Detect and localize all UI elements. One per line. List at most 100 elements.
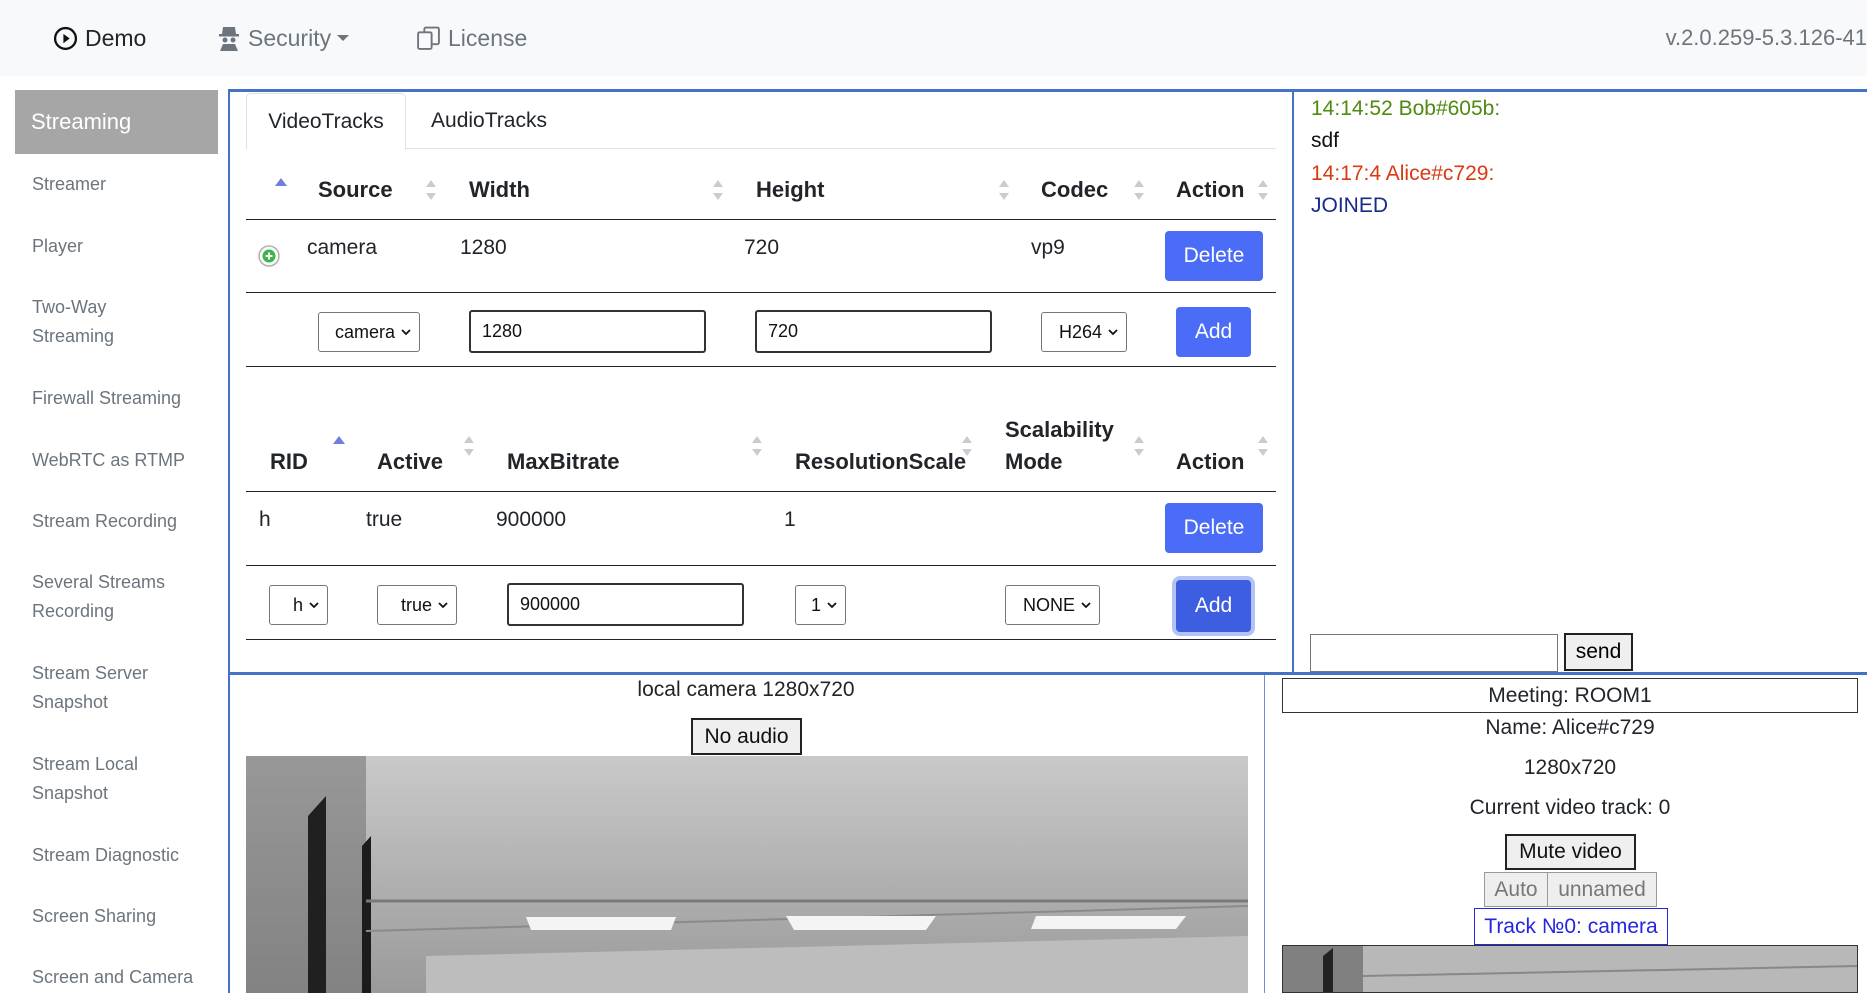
tab-videotracks[interactable]: VideoTracks: [246, 93, 406, 150]
header-active[interactable]: Active: [377, 446, 443, 478]
quality-unnamed-button[interactable]: unnamed: [1547, 872, 1657, 907]
cell-width: 1280: [460, 236, 507, 259]
panel-top-border: [228, 89, 1867, 92]
participant-name: Name: Alice#c729: [1485, 716, 1655, 739]
sidebar-item-streaming[interactable]: Streaming: [15, 90, 218, 154]
sort-icon[interactable]: [1134, 180, 1144, 200]
tab-audiotracks[interactable]: AudioTracks: [408, 93, 570, 149]
header-source[interactable]: Source: [318, 174, 393, 206]
active-select[interactable]: true: [377, 585, 457, 625]
chevron-down-icon: [401, 329, 411, 336]
current-video-track: Current video track: 0: [1469, 796, 1671, 819]
sidebar-item-stream-recording[interactable]: Stream Recording: [32, 507, 222, 536]
nav-license-link[interactable]: License: [416, 0, 527, 76]
meeting-room-label: Meeting: ROOM1: [1282, 678, 1858, 713]
sidebar-item-stream-local-snapshot[interactable]: Stream Local Snapshot: [32, 750, 182, 808]
sort-icon[interactable]: [464, 436, 474, 456]
chat-message-body: JOINED: [1311, 194, 1389, 217]
local-video: [246, 756, 1248, 993]
header-maxbitrate[interactable]: MaxBitrate: [507, 446, 619, 478]
chevron-down-icon: [438, 602, 448, 609]
sidebar-item-two-way-streaming[interactable]: Two-Way Streaming: [32, 293, 162, 351]
resolutionscale-select[interactable]: 1: [795, 585, 846, 625]
sort-icon[interactable]: [1258, 180, 1268, 200]
delete-track-button[interactable]: Delete: [1165, 231, 1263, 281]
copy-document-icon: [417, 26, 440, 50]
chevron-down-icon: [827, 602, 837, 609]
sort-icon[interactable]: [962, 436, 972, 456]
header-action[interactable]: Action: [1176, 174, 1244, 206]
table-divider: [246, 639, 1276, 640]
height-input[interactable]: 720: [755, 310, 992, 353]
sidebar-item-player[interactable]: Player: [32, 232, 222, 261]
quality-auto-button[interactable]: Auto: [1484, 872, 1548, 907]
codec-select[interactable]: H264: [1041, 312, 1127, 352]
remote-video: [1282, 945, 1858, 993]
header-height[interactable]: Height: [756, 174, 824, 206]
add-encoding-button[interactable]: Add: [1176, 580, 1251, 632]
chevron-down-icon: [1081, 602, 1091, 609]
sort-icon[interactable]: [752, 436, 762, 456]
sort-icon[interactable]: [713, 180, 723, 200]
caret-down-icon: [337, 35, 350, 41]
table-divider: [246, 366, 1276, 367]
sidebar-item-screen-sharing[interactable]: Screen Sharing: [32, 902, 222, 931]
header-width[interactable]: Width: [469, 174, 530, 206]
participant-resolution: 1280x720: [1523, 756, 1617, 779]
maxbitrate-input[interactable]: 900000: [507, 583, 744, 626]
source-select[interactable]: camera: [318, 312, 420, 352]
send-button[interactable]: send: [1564, 633, 1633, 671]
rid-select[interactable]: h: [269, 585, 328, 625]
sidebar-item-webrtc-as-rtmp[interactable]: WebRTC as RTMP: [32, 446, 222, 475]
expand-plus-icon[interactable]: [258, 245, 280, 267]
header-scalability-mode[interactable]: Scalability Mode: [1005, 414, 1125, 478]
sidebar: Streaming Streamer Player Two-Way Stream…: [0, 76, 228, 993]
nav-demo-link[interactable]: Demo: [53, 0, 146, 76]
delete-encoding-button[interactable]: Delete: [1165, 503, 1263, 553]
sidebar-item-streamer[interactable]: Streamer: [32, 170, 222, 199]
sidebar-item-stream-server-snapshot[interactable]: Stream Server Snapshot: [32, 659, 182, 717]
table-divider: [246, 292, 1276, 293]
sort-asc-icon[interactable]: [275, 178, 287, 186]
sort-icon[interactable]: [426, 180, 436, 200]
chevron-down-icon: [309, 602, 319, 609]
sidebar-item-stream-diagnostic[interactable]: Stream Diagnostic: [32, 841, 222, 870]
no-audio-button[interactable]: No audio: [691, 718, 802, 755]
chevron-down-icon: [1108, 329, 1118, 336]
nav-security-dropdown[interactable]: Security: [217, 0, 350, 76]
nav-demo-label: Demo: [85, 24, 147, 51]
add-track-button[interactable]: Add: [1176, 307, 1251, 357]
header-resolutionscale[interactable]: ResolutionScale: [795, 446, 966, 478]
cell-maxbitrate: 900000: [496, 508, 567, 531]
local-video-title: local camera 1280x720: [637, 678, 855, 701]
header-rid[interactable]: RID: [270, 446, 308, 478]
cell-active: true: [366, 508, 403, 531]
sort-icon[interactable]: [1258, 436, 1268, 456]
track-select-button[interactable]: Track №0: camera: [1474, 908, 1668, 945]
header-codec[interactable]: Codec: [1041, 174, 1108, 206]
spy-icon: [219, 27, 239, 51]
sidebar-item-screen-and-camera[interactable]: Screen and Camera: [32, 963, 222, 992]
table-divider: [246, 565, 1276, 566]
sidebar-item-several-streams-recording[interactable]: Several Streams Recording: [32, 568, 202, 626]
nav-security-label: Security: [248, 24, 332, 51]
top-navbar: Demo Security License v.2.0.259-5.3.126-…: [0, 0, 1867, 76]
video-frame: [1283, 946, 1857, 992]
scalability-mode-select[interactable]: NONE: [1005, 585, 1100, 625]
table-divider: [246, 219, 1276, 220]
table-divider: [246, 491, 1276, 492]
sort-icon[interactable]: [1134, 436, 1144, 456]
sort-icon[interactable]: [999, 180, 1009, 200]
cell-height: 720: [744, 236, 780, 259]
header-action[interactable]: Action: [1176, 446, 1244, 478]
chat-message-input[interactable]: [1310, 634, 1558, 672]
mute-video-button[interactable]: Mute video: [1505, 834, 1636, 870]
sidebar-item-firewall-streaming[interactable]: Firewall Streaming: [32, 384, 222, 413]
cell-source: camera: [307, 236, 378, 259]
sort-asc-icon[interactable]: [333, 436, 345, 444]
width-input[interactable]: 1280: [469, 310, 706, 353]
video-frame: [246, 756, 1248, 993]
cell-resolutionscale: 1: [784, 508, 796, 531]
cell-codec: vp9: [1031, 236, 1065, 259]
chat-message-body: sdf: [1311, 129, 1340, 152]
